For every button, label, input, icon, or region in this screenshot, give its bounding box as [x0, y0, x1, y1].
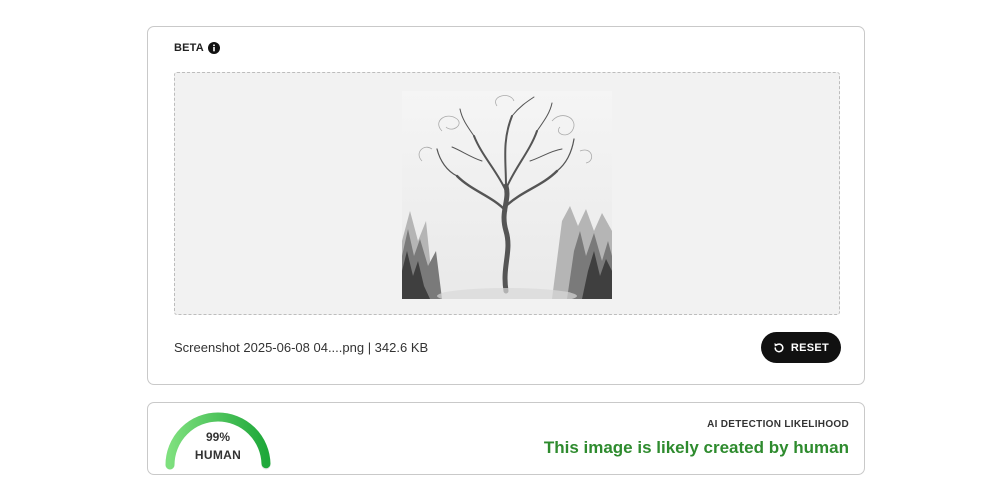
info-icon[interactable]	[207, 42, 220, 54]
reset-icon	[773, 342, 785, 354]
gauge-label: HUMAN	[194, 448, 242, 462]
reset-button[interactable]: RESET	[761, 332, 841, 363]
upload-card: BETA Screenshot 2025-06-08 04....png | 3…	[147, 26, 865, 385]
reset-label: RESET	[790, 341, 830, 354]
image-dropzone[interactable]	[174, 72, 840, 315]
image-preview	[402, 91, 612, 299]
result-card: 99% HUMAN AI DETECTION LIKELIHOOD This i…	[147, 402, 865, 475]
detection-verdict: This image is likely created by human	[543, 438, 849, 457]
beta-badge: BETA	[174, 42, 204, 54]
file-info: Screenshot 2025-06-08 04....png | 342.6 …	[174, 340, 429, 355]
detection-heading: AI DETECTION LIKELIHOOD	[707, 419, 849, 430]
gauge-percent: 99%	[205, 430, 231, 444]
likelihood-gauge: 99% HUMAN	[163, 409, 273, 471]
beta-label-row: BETA	[174, 42, 220, 54]
